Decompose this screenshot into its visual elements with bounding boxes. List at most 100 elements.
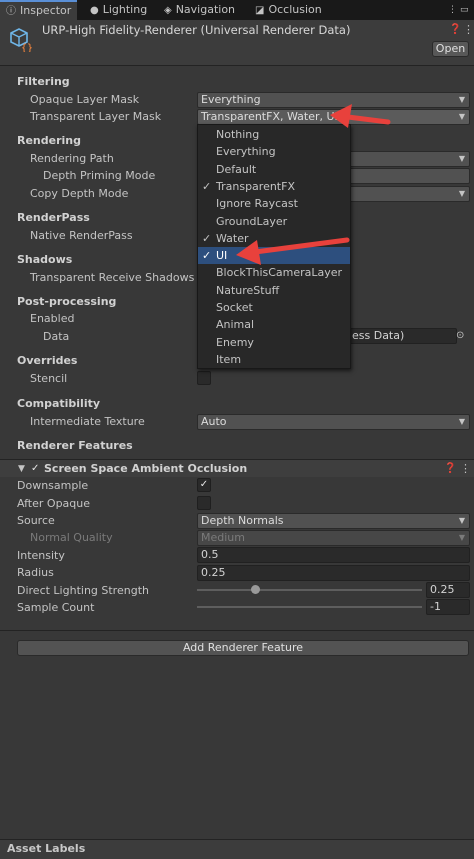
- kebab-menu-icon[interactable]: ⋮: [460, 462, 471, 476]
- rendering-path-dropdown[interactable]: ▼: [348, 151, 470, 167]
- normal-quality-dropdown: Medium ▼: [197, 530, 470, 546]
- source-dropdown[interactable]: Depth Normals ▼: [197, 513, 470, 529]
- tab-inspector[interactable]: ⓘ Inspector: [0, 0, 78, 20]
- depth-priming-dropdown[interactable]: [348, 168, 470, 184]
- lightbulb-icon: ●: [90, 5, 99, 16]
- layer-option[interactable]: ✓ UI: [198, 247, 350, 265]
- kebab-menu-icon[interactable]: ⋮: [448, 0, 457, 20]
- layer-option-label: GroundLayer: [216, 214, 288, 228]
- layer-option-label: TransparentFX: [216, 179, 295, 193]
- transparent-layer-mask-label: Transparent Layer Mask: [30, 110, 162, 123]
- layer-option[interactable]: GroundLayer: [198, 213, 350, 230]
- layer-option-label: Nothing: [216, 128, 260, 141]
- dropdown-arrow-icon: ▼: [458, 533, 465, 542]
- layer-option-label: Socket: [216, 301, 253, 314]
- renderer-asset-icon: {}: [10, 28, 33, 52]
- tab-occlusion[interactable]: ◪ Occlusion: [255, 0, 322, 20]
- direct-lighting-label: Direct Lighting Strength: [17, 584, 149, 597]
- post-processing-data-field[interactable]: ess Data): [348, 328, 457, 344]
- normal-quality-label: Normal Quality: [30, 531, 113, 544]
- layer-option[interactable]: Item: [198, 351, 350, 368]
- help-icon[interactable]: ❓: [444, 462, 456, 476]
- layer-option-label: Item: [216, 352, 242, 366]
- intensity-label: Intensity: [17, 549, 65, 562]
- section-filtering: Filtering: [17, 75, 70, 88]
- section-overrides: Overrides: [17, 354, 78, 367]
- layer-option-label: BlockThisCameraLayer: [216, 266, 343, 280]
- layer-option[interactable]: Animal: [198, 316, 350, 333]
- object-picker-icon[interactable]: ⊙: [456, 329, 464, 343]
- page-title: URP-High Fidelity-Renderer (Universal Re…: [42, 23, 351, 37]
- section-renderer-features: Renderer Features: [17, 439, 133, 452]
- kebab-menu-icon[interactable]: ⋮: [463, 23, 474, 37]
- downsample-checkbox[interactable]: ✓: [197, 478, 211, 492]
- slider-handle[interactable]: [251, 585, 260, 594]
- layer-option-label: Water: [216, 231, 249, 245]
- help-icon[interactable]: ❓: [449, 23, 461, 37]
- intermediate-texture-dropdown[interactable]: Auto ▼: [197, 414, 470, 430]
- layer-option-label: Ignore Raycast: [216, 197, 298, 211]
- foldout-arrow-icon[interactable]: ▼: [18, 462, 25, 476]
- asset-labels-bar[interactable]: Asset Labels: [0, 839, 474, 859]
- direct-lighting-field[interactable]: 0.25: [426, 582, 470, 598]
- direct-lighting-slider[interactable]: [197, 589, 422, 591]
- layer-option[interactable]: Default: [198, 161, 350, 178]
- layer-option[interactable]: Nothing: [198, 126, 350, 143]
- downsample-label: Downsample: [17, 479, 89, 492]
- after-opaque-checkbox[interactable]: [197, 496, 211, 510]
- dropdown-arrow-icon: ▼: [458, 417, 465, 426]
- tab-lighting[interactable]: ● Lighting: [90, 0, 147, 20]
- layer-option[interactable]: Ignore Raycast: [198, 195, 350, 212]
- section-renderpass: RenderPass: [17, 211, 90, 224]
- layer-option[interactable]: ✓ TransparentFX: [198, 178, 350, 195]
- inspector-header: {} URP-High Fidelity-Renderer (Universal…: [0, 20, 474, 66]
- layer-option[interactable]: Enemy: [198, 334, 350, 351]
- layer-option[interactable]: ✓ Water: [198, 230, 350, 247]
- divider: [0, 630, 474, 631]
- opaque-layer-mask-dropdown[interactable]: Everything ▼: [197, 92, 470, 108]
- feature-enabled-checkbox[interactable]: ✓: [31, 462, 39, 476]
- layer-option-label: NatureStuff: [216, 283, 280, 297]
- stencil-label: Stencil: [30, 372, 68, 385]
- radius-field[interactable]: 0.25: [197, 565, 470, 581]
- intensity-field[interactable]: 0.5: [197, 547, 470, 563]
- native-renderpass-label: Native RenderPass: [30, 229, 133, 242]
- navigation-icon: ◈: [164, 5, 172, 16]
- stencil-checkbox[interactable]: [197, 371, 211, 385]
- add-renderer-feature-button[interactable]: Add Renderer Feature: [17, 640, 469, 656]
- depth-priming-label: Depth Priming Mode: [43, 169, 156, 182]
- layer-option[interactable]: NatureStuff: [198, 282, 350, 299]
- sample-count-slider[interactable]: [197, 606, 422, 608]
- layer-option-label: Default: [216, 162, 257, 176]
- dropdown-arrow-icon: ▼: [458, 112, 465, 121]
- post-processing-data-label: Data: [43, 330, 70, 343]
- post-processing-enabled-label: Enabled: [30, 312, 75, 325]
- layer-option-label: UI: [216, 249, 228, 263]
- copy-depth-label: Copy Depth Mode: [30, 187, 129, 200]
- occlusion-icon: ◪: [255, 5, 265, 16]
- sample-count-field[interactable]: -1: [426, 599, 470, 615]
- source-label: Source: [17, 514, 55, 527]
- section-post-processing: Post-processing: [17, 295, 117, 308]
- layer-option[interactable]: Everything: [198, 143, 350, 160]
- open-button[interactable]: Open: [432, 41, 469, 57]
- tab-navigation[interactable]: ◈ Navigation: [164, 0, 235, 20]
- copy-depth-dropdown[interactable]: ▼: [348, 186, 470, 202]
- intermediate-texture-label: Intermediate Texture: [30, 415, 145, 428]
- asset-labels-label: Asset Labels: [7, 842, 86, 855]
- checkmark-icon: ✓: [202, 249, 212, 263]
- svg-text:{}: {}: [21, 43, 33, 52]
- transparent-layer-mask-dropdown[interactable]: TransparentFX, Water, UI ▼: [197, 109, 470, 125]
- layer-option-label: Animal: [216, 318, 255, 332]
- dropdown-arrow-icon: ▼: [458, 95, 465, 104]
- layer-option[interactable]: Socket: [198, 299, 350, 316]
- layer-mask-popup: Nothing Everything Default ✓ TransparentFX Ig…: [197, 124, 351, 369]
- tab-bar: ⓘ Inspector ● Lighting ◈ Navigation ◪ Occlus…: [0, 0, 474, 20]
- after-opaque-label: After Opaque: [17, 497, 91, 510]
- checkmark-icon: ✓: [202, 231, 212, 245]
- layer-option[interactable]: BlockThisCameraLayer: [198, 264, 350, 281]
- transparent-receive-shadows-label: Transparent Receive Shadows: [30, 271, 195, 284]
- dropdown-arrow-icon: ▼: [458, 189, 465, 198]
- checkmark-icon: ✓: [202, 179, 212, 193]
- lock-icon[interactable]: ▭: [460, 0, 469, 20]
